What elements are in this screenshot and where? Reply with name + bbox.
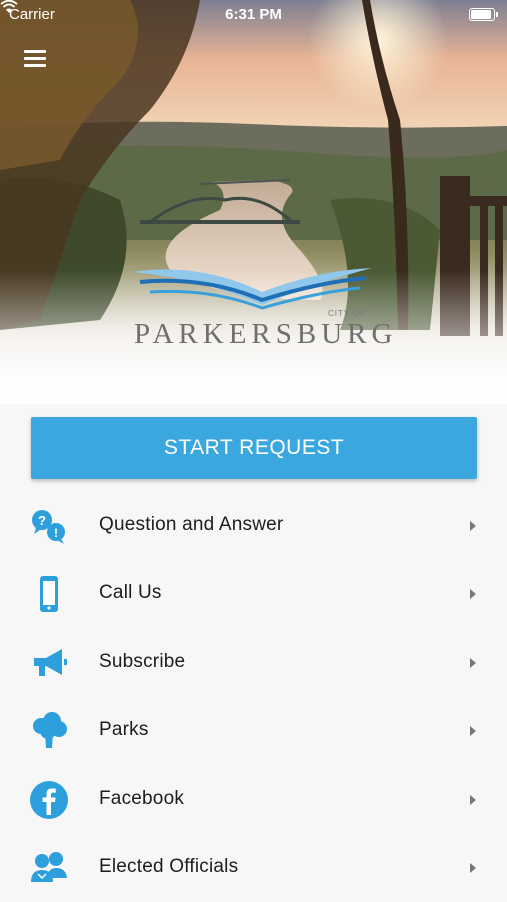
chevron-right-icon — [470, 657, 476, 668]
svg-text:!: ! — [54, 526, 58, 540]
chevron-right-icon — [470, 726, 476, 737]
logo-city-of: CITY OF — [328, 309, 367, 318]
menu-item-parks[interactable]: Parks — [0, 697, 507, 765]
officials-icon — [31, 851, 67, 882]
status-time: 6:31 PM — [225, 6, 282, 23]
logo-city-name: PARKERSBURG — [134, 318, 398, 350]
menu-list: ? ! Question and Answer Call Us Subscrib… — [0, 492, 507, 902]
menu-item-label: Parks — [99, 719, 149, 741]
menu-item-elected-officials[interactable]: Elected Officials — [0, 834, 507, 902]
menu-item-label: Question and Answer — [99, 514, 284, 535]
chevron-right-icon — [470, 794, 476, 805]
menu-item-label: Subscribe — [99, 650, 186, 672]
menu-item-facebook[interactable]: Facebook — [0, 766, 507, 834]
menu-item-call-us[interactable]: Call Us — [0, 560, 507, 628]
menu-item-question-and-answer[interactable]: ? ! Question and Answer — [0, 492, 507, 560]
menu-item-subscribe[interactable]: Subscribe — [0, 629, 507, 697]
chevron-right-icon — [470, 862, 476, 873]
facebook-icon — [30, 780, 68, 819]
menu-item-label: Elected Officials — [99, 855, 239, 877]
megaphone-icon — [34, 648, 67, 676]
header-photo: Carrier 6:31 PM CITY OF PARKERSBURG — [0, 0, 507, 404]
start-request-button[interactable]: START REQUEST — [31, 417, 477, 479]
menu-item-label: Facebook — [99, 787, 185, 809]
menu-item-label: Call Us — [99, 582, 162, 604]
chevron-right-icon — [470, 521, 476, 531]
phone-icon — [40, 576, 58, 613]
battery-icon — [469, 8, 498, 21]
chevron-right-icon — [470, 589, 476, 600]
svg-text:?: ? — [38, 513, 46, 528]
chat-bubbles-icon: ? ! — [32, 510, 65, 544]
tree-icon — [33, 712, 67, 749]
battery-level — [471, 10, 491, 19]
hamburger-menu-icon[interactable] — [24, 50, 48, 68]
status-bar: Carrier 6:31 PM — [0, 0, 507, 28]
